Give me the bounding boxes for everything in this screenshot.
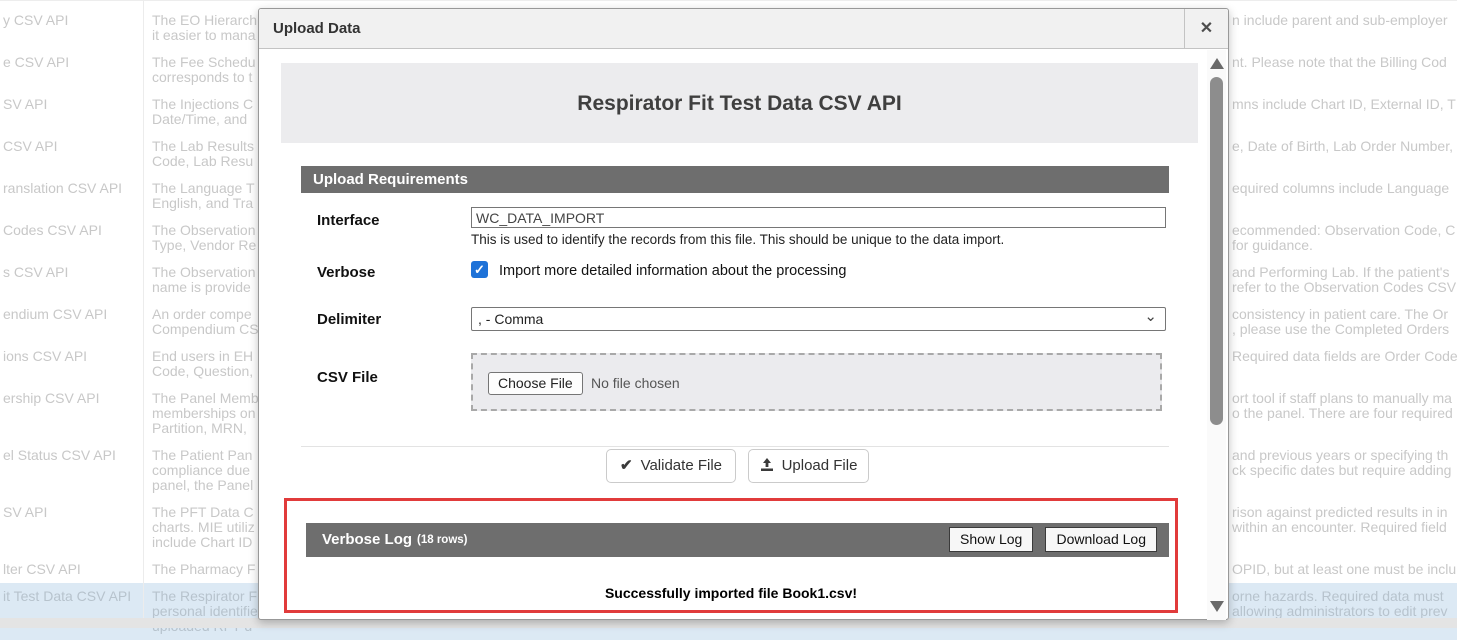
api-description-cell: The Patient Pancompliance duepanel, the … <box>152 448 258 493</box>
api-description-continued: ecommended: Observation Code, Cfor guida… <box>1232 223 1457 253</box>
csv-file-label: CSV File <box>317 369 378 386</box>
verbose-log-row-count: (18 rows) <box>417 534 468 546</box>
api-description-cell: The Injections CDate/Time, and <box>152 97 258 127</box>
api-description-continued: consistency in patient care. The Or, ple… <box>1232 307 1457 337</box>
api-description-continued: mns include Chart ID, External ID, T <box>1232 97 1457 112</box>
api-name-cell: ership CSV API <box>3 391 100 406</box>
upload-file-label: Upload File <box>782 457 858 474</box>
api-name-cell: it Test Data CSV API <box>3 589 131 604</box>
validate-file-label: Validate File <box>641 457 722 474</box>
api-description-cell: End users in EHCode, Question, <box>152 349 258 379</box>
upload-data-modal: Upload Data ✕ Respirator Fit Test Data C… <box>258 8 1229 620</box>
api-name-cell: e CSV API <box>3 55 69 70</box>
import-success-message: Successfully imported file Book1.csv! <box>287 585 1175 601</box>
close-button[interactable]: ✕ <box>1184 9 1228 49</box>
file-chosen-status: No file chosen <box>591 375 680 391</box>
api-name-cell: SV API <box>3 505 47 520</box>
download-log-button[interactable]: Download Log <box>1045 527 1157 552</box>
verbose-log-annotation-box: Verbose Log (18 rows) Show Log Download … <box>284 498 1178 613</box>
api-description-cell: The Language TEnglish, and Tra <box>152 181 258 211</box>
show-log-button[interactable]: Show Log <box>949 527 1033 552</box>
api-description-continued: rison against predicted results in inwit… <box>1232 505 1457 535</box>
upload-icon <box>760 458 774 472</box>
table-column-divider <box>143 0 144 618</box>
verbose-label: Verbose <box>317 264 375 281</box>
api-description-cell: The Observationname is provide <box>152 265 258 295</box>
api-description-continued: nt. Please note that the Billing Cod <box>1232 55 1457 70</box>
api-description-continued: e, Date of Birth, Lab Order Number, <box>1232 139 1457 154</box>
modal-title: Upload Data <box>273 20 361 37</box>
modal-scrollbar[interactable] <box>1207 50 1226 620</box>
api-description-cell: The ObservationType, Vendor Re <box>152 223 258 253</box>
interface-help-text: This is used to identify the records fro… <box>471 232 1004 247</box>
api-description-cell: The Fee Scheducorresponds to t <box>152 55 258 85</box>
api-name-cell: el Status CSV API <box>3 448 116 463</box>
api-description-continued: Required data fields are Order Code <box>1232 349 1457 364</box>
api-description-continued: equired columns include Language <box>1232 181 1457 196</box>
delimiter-select[interactable]: , - Comma ⌄ <box>471 307 1166 331</box>
interface-input[interactable] <box>471 207 1166 228</box>
api-name-cell: lter CSV API <box>3 562 81 577</box>
api-description-cell: An order compeCompendium CS <box>152 307 258 337</box>
modal-header: Upload Data ✕ <box>259 9 1228 49</box>
page-title: Respirator Fit Test Data CSV API <box>281 63 1198 116</box>
scrollbar-down-icon[interactable] <box>1210 601 1224 612</box>
validate-file-button[interactable]: ✔ Validate File <box>606 449 736 483</box>
api-description-continued: orne hazards. Required data mustallowing… <box>1232 589 1457 619</box>
scrollbar-thumb[interactable] <box>1210 77 1223 425</box>
delimiter-selected-value: , - Comma <box>478 311 543 327</box>
api-description-cell: The Panel Membmemberships onPartition, M… <box>152 391 258 436</box>
delimiter-label: Delimiter <box>317 311 381 328</box>
divider <box>301 446 1169 447</box>
api-description-cell: The PFT Data Ccharts. MIE utilizinclude … <box>152 505 258 550</box>
upload-file-button[interactable]: Upload File <box>748 449 869 483</box>
api-description-cell: The EO Hierarchit easier to mana <box>152 13 258 43</box>
api-name-cell: s CSV API <box>3 265 68 280</box>
api-description-continued: and Performing Lab. If the patient'srefe… <box>1232 265 1457 295</box>
check-icon: ✔ <box>620 457 633 474</box>
interface-label: Interface <box>317 212 380 229</box>
verbose-log-title: Verbose Log <box>322 531 412 548</box>
csv-file-dropzone[interactable]: Choose File No file chosen <box>471 353 1162 411</box>
upload-requirements-header: Upload Requirements <box>301 166 1169 193</box>
api-description-continued: and previous years or specifying thck sp… <box>1232 448 1457 478</box>
close-icon: ✕ <box>1200 20 1213 37</box>
choose-file-button[interactable]: Choose File <box>488 372 583 395</box>
api-name-cell: ranslation CSV API <box>3 181 122 196</box>
checkmark-icon: ✓ <box>474 262 485 277</box>
heading-panel: Respirator Fit Test Data CSV API <box>281 63 1198 143</box>
api-description-continued: ort tool if staff plans to manually mao … <box>1232 391 1457 421</box>
api-name-cell: endium CSV API <box>3 307 107 322</box>
chevron-down-icon: ⌄ <box>1144 306 1157 328</box>
api-name-cell: Codes CSV API <box>3 223 102 238</box>
verbose-log-header: Verbose Log (18 rows) Show Log Download … <box>306 523 1169 557</box>
api-name-cell: ions CSV API <box>3 349 87 364</box>
api-description-continued: n include parent and sub-employer <box>1232 13 1457 28</box>
api-description-continued: OPID, but at least one must be inclu <box>1232 562 1457 577</box>
verbose-checkbox[interactable]: ✓ <box>471 261 488 278</box>
api-name-cell: SV API <box>3 97 47 112</box>
api-name-cell: y CSV API <box>3 13 68 28</box>
api-description-cell: The Lab ResultsCode, Lab Resu <box>152 139 258 169</box>
api-description-cell: The Pharmacy F <box>152 562 258 577</box>
scrollbar-up-icon[interactable] <box>1210 58 1224 69</box>
api-name-cell: CSV API <box>3 139 57 154</box>
verbose-checkbox-label: Import more detailed information about t… <box>499 263 846 279</box>
upload-requirements-title: Upload Requirements <box>313 171 468 188</box>
